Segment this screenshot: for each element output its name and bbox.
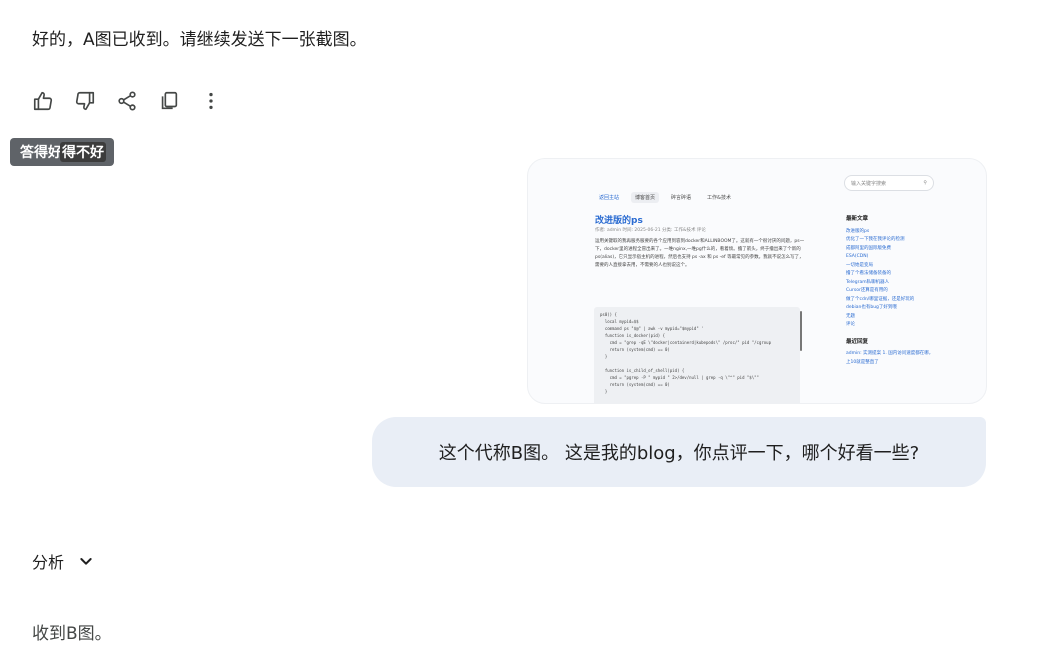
sidebar-link: ESA(CDN) — [846, 254, 869, 259]
code-scrollbar — [800, 311, 802, 351]
assistant-reply-text: 好的，A图已收到。请继续发送下一张截图。 — [32, 30, 367, 50]
blog-post-title: 改进版的ps — [595, 216, 643, 226]
sidebar-link: 改进版的ps — [846, 228, 870, 234]
copy-icon — [161, 91, 178, 110]
thumbs-down-button[interactable] — [72, 88, 98, 114]
sidebar-link: 优化了一下我在我评论的检测 — [846, 237, 905, 242]
thumbs-up-button[interactable] — [30, 88, 56, 114]
blog-nav-item: 碎言碎语 — [671, 195, 692, 201]
sidebar-title-replies: 最近回复 — [846, 338, 869, 345]
user-message-text: 这个代称B图。 这是我的blog，你点评一下，哪个好看一些? — [438, 443, 920, 464]
blog-post-body: 运用关键取的我再服务服要的各个应用到容到docker和ALLINBOOM了。这就… — [595, 239, 805, 268]
thumbs-up-icon — [33, 91, 53, 111]
sidebar-link: 无题 — [846, 313, 855, 319]
search-icon: ⚲ — [923, 180, 927, 186]
sidebar-link: debian也有bug了好到哦 — [846, 305, 897, 310]
user-message-bubble: 这个代称B图。 这是我的blog，你点评一下，哪个好看一些? — [372, 417, 986, 487]
more-options-button[interactable] — [198, 88, 224, 114]
blog-nav-item: 博客首页 — [631, 192, 660, 203]
sidebar-title: 最新文章 — [846, 216, 869, 222]
tooltip-text-bad: 得不好 — [60, 142, 106, 162]
sidebar-link: 成都阿里的国际版免费 — [846, 245, 891, 251]
share-icon — [118, 91, 136, 111]
sidebar-link: 一切始是变局 — [846, 262, 873, 268]
blog-search-placeholder: 输入关键字搜索 — [851, 180, 887, 187]
sidebar-reply: admin: 实测提案 1. 国内访问速度都在哪，上10就是整直了 — [846, 351, 934, 365]
share-button[interactable] — [114, 88, 140, 114]
chevron-down-icon — [80, 558, 92, 565]
blog-sidebar: 最新文章 改进版的ps 优化了一下我在我评论的检测 成都阿里的国际版免费 ESA… — [846, 215, 936, 367]
blog-code-block: ps0() { local mypid=$$ command ps "$@" |… — [594, 307, 800, 403]
copy-button[interactable] — [156, 88, 182, 114]
tooltip-text-good: 答得好 — [20, 145, 62, 161]
thumbs-down-icon — [75, 91, 95, 111]
blog-nav: 返回主站 博客首页 碎言碎语 工作&技术 — [595, 192, 735, 203]
sidebar-link: 撸了个看法储备装备的 — [846, 271, 891, 276]
more-vert-icon — [209, 92, 213, 110]
blog-search: 输入关键字搜索 ⚲ — [844, 175, 934, 191]
blog-nav-item: 返回主站 — [599, 195, 620, 201]
blog-post-meta: 作者: admin 时间: 2025-06-21 分类: 工作&技术 评论 — [595, 228, 706, 233]
sidebar-link: Cursor还算是有用的 — [846, 288, 888, 293]
sidebar-link: 评论 — [846, 322, 855, 327]
blog-nav-item: 工作&技术 — [707, 195, 731, 201]
feedback-tooltip: 答得好 得不好 — [10, 138, 114, 166]
attached-screenshot[interactable]: 返回主站 博客首页 碎言碎语 工作&技术 输入关键字搜索 ⚲ 改进版的ps 作者… — [527, 158, 987, 404]
sidebar-link: 做了个cdn/哪里证据，还是好玩的 — [846, 296, 915, 302]
sidebar-link: Telegram私聊机器人 — [846, 279, 890, 285]
analysis-label: 分析 — [32, 553, 65, 572]
assistant-final-text: 收到B图。 — [32, 624, 112, 644]
analysis-toggle[interactable]: 分析 — [32, 549, 94, 573]
response-actions — [30, 88, 224, 114]
